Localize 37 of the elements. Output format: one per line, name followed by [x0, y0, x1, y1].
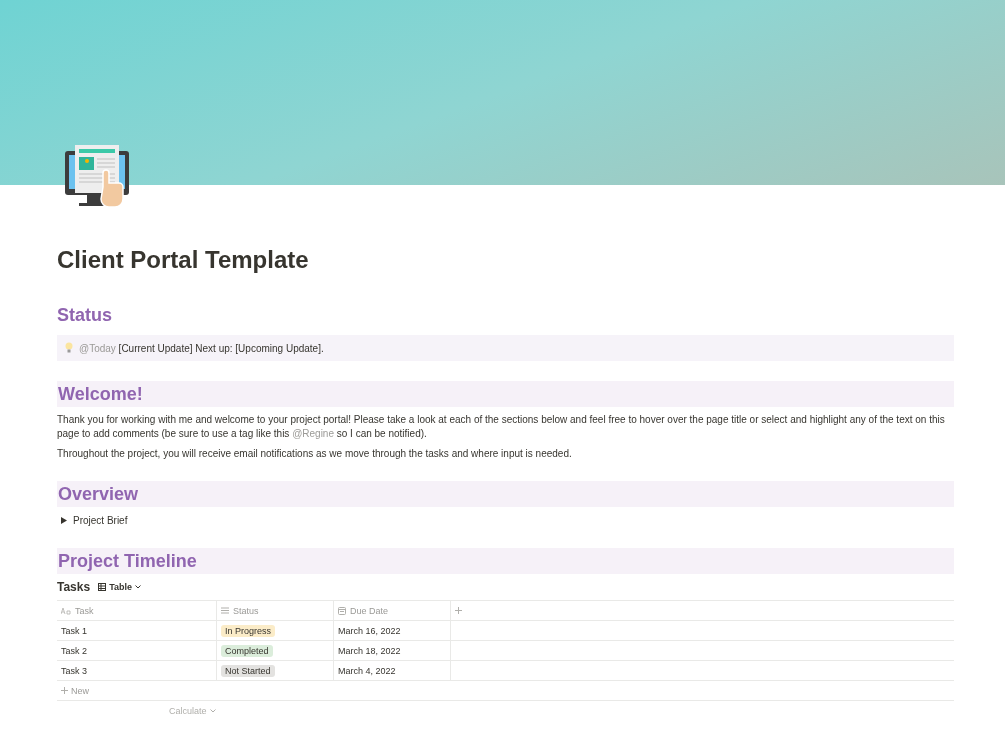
monitor-page-icon	[65, 143, 131, 209]
plus-icon	[61, 687, 68, 694]
text-icon	[61, 606, 71, 615]
view-selector[interactable]: Table	[98, 582, 141, 592]
chevron-down-icon	[209, 708, 216, 713]
status-tag: Completed	[221, 644, 273, 657]
status-tag: Not Started	[221, 664, 275, 677]
chevron-down-icon	[135, 585, 141, 589]
toggle-triangle-icon[interactable]	[61, 517, 67, 524]
status-tag: In Progress	[221, 624, 276, 637]
section-heading: Status	[57, 304, 112, 327]
database-title: Tasks	[57, 580, 91, 594]
list-icon	[221, 607, 229, 614]
section-heading: Overview	[57, 481, 954, 507]
task-name[interactable]: Task 3	[61, 665, 87, 676]
calendar-icon	[338, 606, 346, 615]
task-name[interactable]: Task 1	[61, 625, 87, 636]
paragraph: Throughout the project, you will receive email notifications as we move through the tasks and where input is needed.	[57, 447, 573, 461]
new-row-button[interactable]: New	[57, 685, 93, 696]
date-cell: March 18, 2022	[338, 645, 401, 656]
column-header[interactable]: Task	[75, 605, 94, 616]
column-header[interactable]: Status	[233, 605, 259, 616]
user-mention[interactable]: @Regine	[292, 428, 334, 439]
section-heading: Welcome!	[57, 381, 954, 407]
task-name[interactable]: Task 2	[61, 645, 87, 656]
date-cell: March 16, 2022	[338, 625, 401, 636]
page-title: Client Portal Template	[57, 245, 309, 275]
date-mention[interactable]: @Today	[79, 342, 116, 354]
paragraph: Thank you for working with me and welcome to your project portal! Please take a look at each of the sections below and feel free to hover over the page title or select and highlight any of the text on this page to add comments (be sure to use a tag like this @Regine so I can be notified).	[57, 413, 946, 441]
callout-text: @Today [Current Update] Next up: [Upcoming Update].	[79, 342, 324, 354]
calculate-button[interactable]: Calculate	[169, 705, 216, 716]
table-icon	[98, 583, 107, 591]
section-heading: Project Timeline	[57, 548, 954, 574]
date-cell: March 4, 2022	[338, 665, 396, 676]
toggle-label[interactable]: Project Brief	[73, 515, 128, 526]
column-header[interactable]: Due Date	[350, 605, 389, 616]
lightbulb-icon	[65, 342, 73, 354]
